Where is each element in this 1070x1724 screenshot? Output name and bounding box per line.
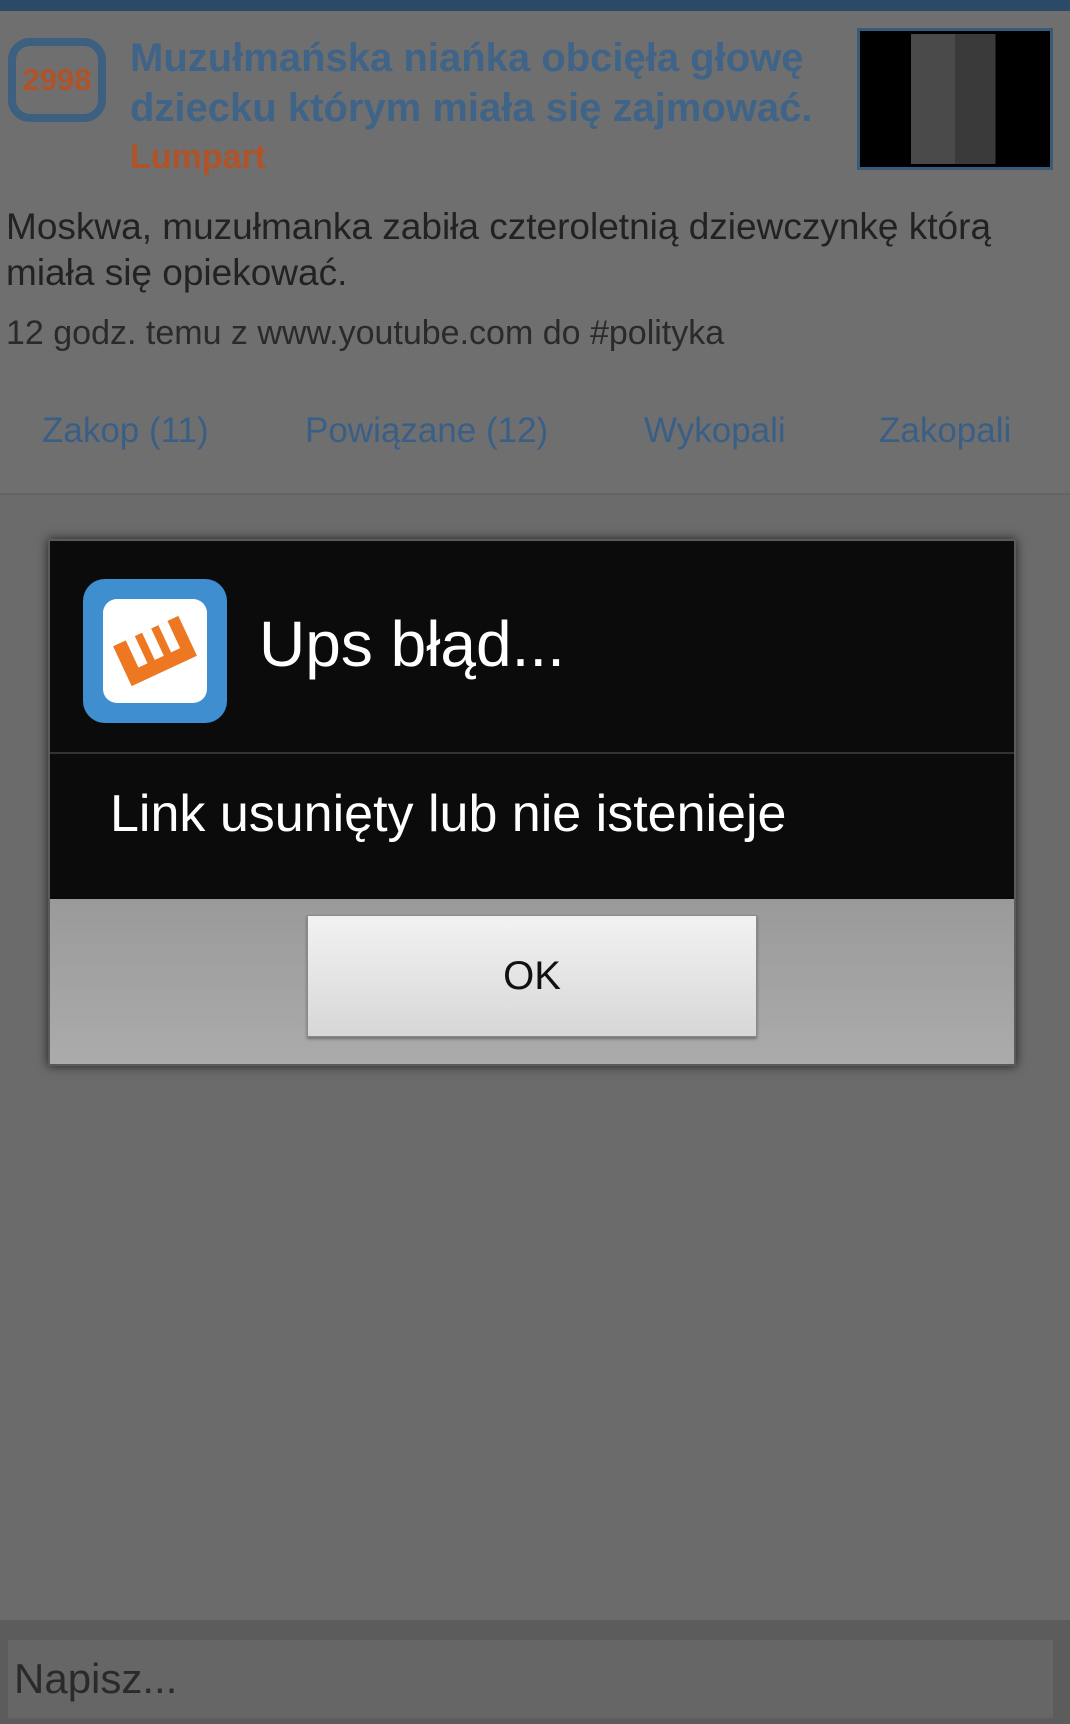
tab-powiazane[interactable]: Powiązane (12): [305, 411, 548, 451]
tab-zakop[interactable]: Zakop (11): [42, 411, 209, 451]
dialog-button-bar: OK: [50, 899, 1014, 1064]
wykop-logo-icon: [113, 615, 197, 687]
article-meta: 12 godz. temu z www.youtube.com do #poli…: [6, 314, 725, 352]
article-description: Moskwa, muzułmanka zabiła czteroletnią d…: [6, 206, 992, 293]
article-tabs: Zakop (11) Powiązane (12) Wykopali Zakop…: [0, 411, 1070, 481]
content-divider: [0, 493, 1070, 495]
vote-count-badge[interactable]: 2998: [8, 38, 106, 122]
dialog-separator: [50, 752, 1014, 754]
article-title[interactable]: Muzułmańska niańka obcięła głowę dziecku…: [130, 33, 830, 133]
article-content: 2998 Muzułmańska niańka obcięła głowę dz…: [0, 11, 1070, 495]
error-dialog: Ups błąd... Link usunięty lub nie isteni…: [48, 539, 1016, 1066]
tab-zakopali[interactable]: Zakopali: [879, 411, 1011, 451]
ok-button-label: OK: [503, 953, 561, 998]
wykop-app-icon: [83, 579, 227, 723]
top-accent-bar: [0, 0, 1070, 11]
ok-button[interactable]: OK: [307, 915, 757, 1037]
comment-input[interactable]: [8, 1640, 1053, 1718]
dialog-title: Ups błąd...: [259, 608, 565, 680]
article-author[interactable]: Lumpart: [130, 138, 266, 177]
comment-bar: [0, 1620, 1070, 1724]
tab-wykopali[interactable]: Wykopali: [644, 411, 786, 451]
vote-count: 2998: [22, 62, 92, 97]
thumbnail-image: [863, 34, 1047, 164]
video-thumbnail[interactable]: [857, 28, 1053, 170]
dialog-message: Link usunięty lub nie istenieje: [110, 785, 787, 843]
